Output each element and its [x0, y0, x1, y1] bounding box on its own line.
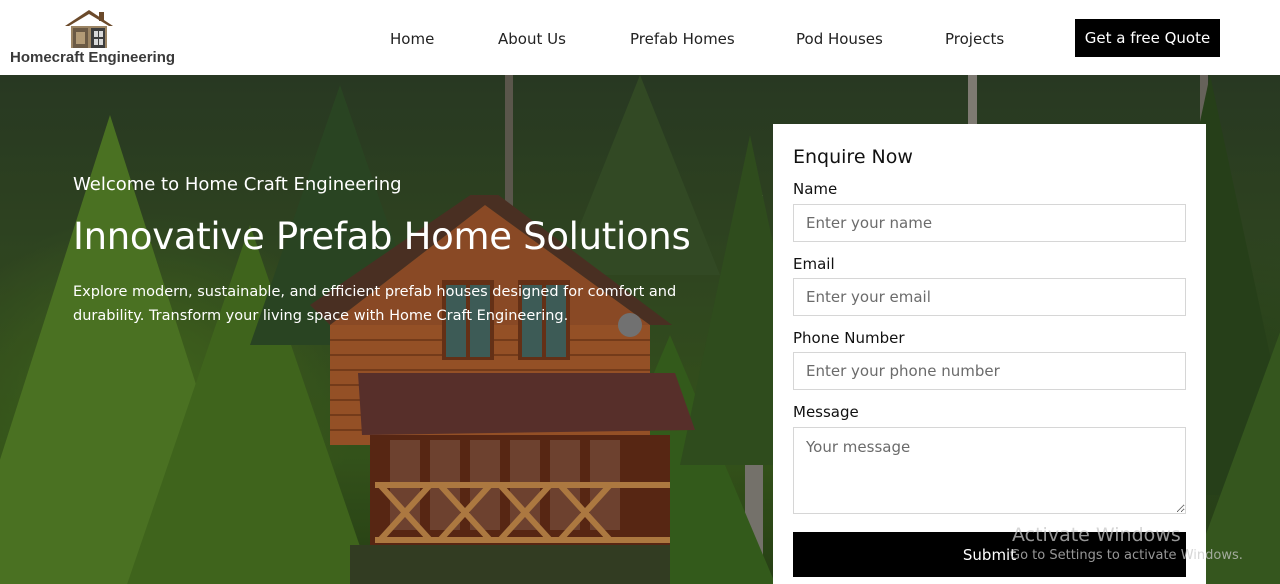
nav-link-projects[interactable]: Projects [945, 30, 1004, 48]
name-input[interactable] [793, 204, 1186, 242]
hero-subtitle: Welcome to Home Craft Engineering [73, 174, 402, 195]
phone-label: Phone Number [793, 329, 905, 347]
email-label: Email [793, 255, 835, 273]
name-label: Name [793, 180, 838, 198]
nav-link-pod-houses[interactable]: Pod Houses [796, 30, 883, 48]
submit-button[interactable]: Submit [793, 532, 1186, 577]
get-free-quote-button[interactable]: Get a free Quote [1075, 19, 1220, 57]
hero-title: Innovative Prefab Home Solutions [73, 215, 691, 258]
house-logo-icon [65, 10, 113, 48]
message-textarea[interactable] [793, 427, 1186, 514]
form-title: Enquire Now [793, 146, 913, 168]
brand-logo[interactable]: Homecraft Engineering [8, 8, 180, 68]
hero-description: Explore modern, sustainable, and efficie… [73, 284, 677, 324]
email-input[interactable] [793, 278, 1186, 316]
nav-link-home[interactable]: Home [390, 30, 434, 48]
hero-section: Welcome to Home Craft Engineering Innova… [0, 75, 1280, 584]
navbar: Homecraft Engineering Home About Us Pref… [0, 0, 1280, 75]
nav-link-about-us[interactable]: About Us [498, 30, 566, 48]
brand-name: Homecraft Engineering [10, 49, 176, 66]
nav-link-prefab-homes[interactable]: Prefab Homes [630, 30, 735, 48]
phone-input[interactable] [793, 352, 1186, 390]
message-label: Message [793, 403, 859, 421]
enquiry-form: Enquire Now Name Email Phone Number Mess… [773, 124, 1206, 584]
